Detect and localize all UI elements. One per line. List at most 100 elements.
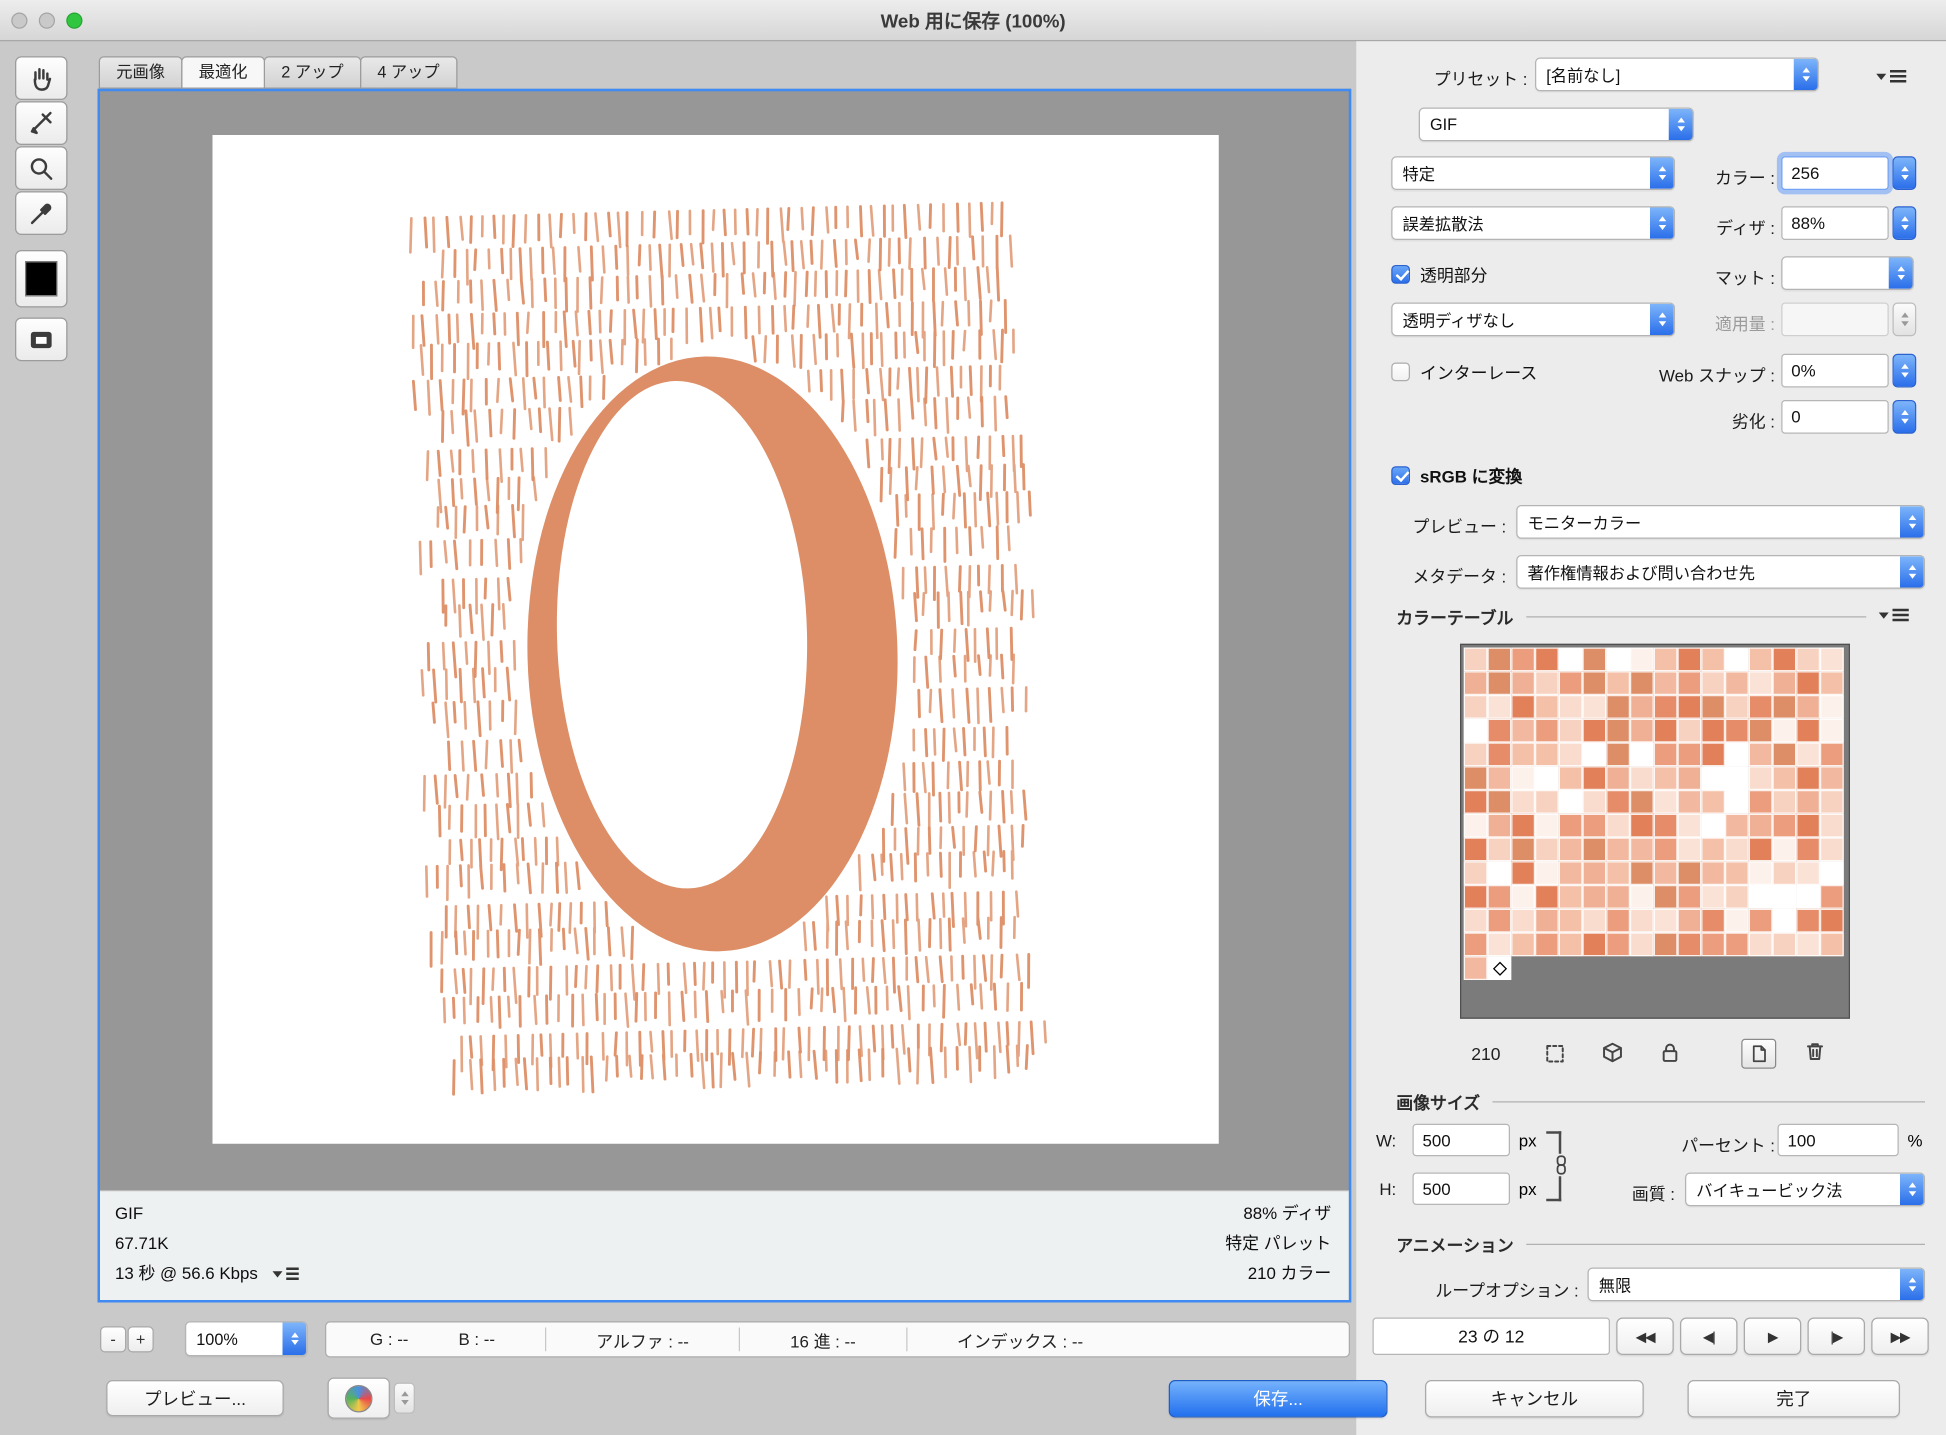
color-swatch[interactable] bbox=[1559, 861, 1583, 885]
color-swatch[interactable] bbox=[1583, 695, 1607, 719]
color-swatch[interactable] bbox=[1678, 861, 1702, 885]
color-swatch[interactable] bbox=[1464, 719, 1488, 743]
color-swatch[interactable] bbox=[1749, 885, 1773, 909]
first-frame-button[interactable]: ◀◀ bbox=[1616, 1318, 1674, 1356]
tab-2 アップ[interactable]: 2 アップ bbox=[264, 56, 361, 89]
color-swatch[interactable] bbox=[1701, 790, 1725, 814]
dither-method-select[interactable]: 誤差拡散法 bbox=[1391, 206, 1675, 240]
color-swatch[interactable] bbox=[1725, 695, 1749, 719]
color-swatch[interactable] bbox=[1488, 671, 1512, 695]
color-swatch[interactable] bbox=[1464, 909, 1488, 933]
color-swatch[interactable] bbox=[1820, 648, 1844, 672]
color-swatch[interactable] bbox=[1606, 885, 1630, 909]
color-swatch[interactable] bbox=[1606, 766, 1630, 790]
color-swatch[interactable] bbox=[1606, 719, 1630, 743]
color-swatch[interactable] bbox=[1749, 790, 1773, 814]
color-swatch[interactable] bbox=[1559, 909, 1583, 933]
color-swatch[interactable] bbox=[1796, 766, 1820, 790]
browser-list-stepper[interactable] bbox=[394, 1383, 415, 1414]
color-swatch[interactable] bbox=[1796, 861, 1820, 885]
width-input[interactable]: 500 bbox=[1413, 1124, 1511, 1157]
color-swatch[interactable] bbox=[1701, 814, 1725, 838]
transparency-checkbox-row[interactable]: 透明部分 bbox=[1391, 261, 1487, 286]
color-swatch[interactable] bbox=[1488, 695, 1512, 719]
color-swatch[interactable] bbox=[1488, 648, 1512, 672]
color-swatch[interactable] bbox=[1488, 885, 1512, 909]
color-swatch[interactable] bbox=[1606, 671, 1630, 695]
lossy-input[interactable]: 0 bbox=[1781, 400, 1889, 434]
color-swatch[interactable] bbox=[1535, 909, 1559, 933]
color-swatch[interactable] bbox=[1511, 671, 1535, 695]
color-swatch[interactable] bbox=[1773, 671, 1797, 695]
color-swatch[interactable] bbox=[1583, 861, 1607, 885]
color-swatch[interactable] bbox=[1796, 695, 1820, 719]
color-swatch[interactable] bbox=[1488, 790, 1512, 814]
color-swatch[interactable] bbox=[1701, 648, 1725, 672]
color-swatch[interactable] bbox=[1678, 838, 1702, 862]
color-swatch[interactable] bbox=[1488, 956, 1512, 980]
color-swatch[interactable] bbox=[1654, 648, 1678, 672]
color-swatch[interactable] bbox=[1654, 861, 1678, 885]
color-swatch[interactable] bbox=[1464, 766, 1488, 790]
color-swatch[interactable] bbox=[1654, 838, 1678, 862]
web-palette-cube-icon[interactable] bbox=[1601, 1041, 1624, 1064]
color-swatch[interactable] bbox=[1796, 671, 1820, 695]
color-swatch[interactable] bbox=[1654, 790, 1678, 814]
color-swatch[interactable] bbox=[1654, 933, 1678, 957]
color-swatch[interactable] bbox=[1749, 814, 1773, 838]
srgb-checkbox[interactable] bbox=[1391, 466, 1410, 485]
color-swatch[interactable] bbox=[1535, 766, 1559, 790]
color-swatch[interactable] bbox=[1535, 861, 1559, 885]
color-swatch[interactable] bbox=[1725, 648, 1749, 672]
color-swatch[interactable] bbox=[1773, 933, 1797, 957]
color-swatch[interactable] bbox=[1583, 743, 1607, 767]
percent-input[interactable]: 100 bbox=[1778, 1124, 1899, 1157]
color-swatch[interactable] bbox=[1630, 695, 1654, 719]
color-swatch[interactable] bbox=[1630, 671, 1654, 695]
color-swatch[interactable] bbox=[1535, 814, 1559, 838]
color-swatch[interactable] bbox=[1820, 838, 1844, 862]
transparency-checkbox[interactable] bbox=[1391, 264, 1410, 283]
color-swatch[interactable] bbox=[1583, 790, 1607, 814]
color-swatch[interactable] bbox=[1773, 790, 1797, 814]
color-swatch[interactable] bbox=[1749, 719, 1773, 743]
color-swatch[interactable] bbox=[1701, 671, 1725, 695]
slice-select-tool-button[interactable] bbox=[15, 101, 68, 145]
color-swatch[interactable] bbox=[1606, 933, 1630, 957]
color-swatch[interactable] bbox=[1773, 766, 1797, 790]
color-swatch[interactable] bbox=[1606, 814, 1630, 838]
preset-select[interactable]: [名前なし] bbox=[1535, 58, 1819, 92]
color-swatch[interactable] bbox=[1488, 766, 1512, 790]
color-swatch[interactable] bbox=[1678, 766, 1702, 790]
color-swatch[interactable] bbox=[1749, 766, 1773, 790]
color-swatch[interactable] bbox=[1630, 838, 1654, 862]
color-swatch[interactable] bbox=[1511, 838, 1535, 862]
color-swatch[interactable] bbox=[1654, 766, 1678, 790]
color-swatch[interactable] bbox=[1606, 909, 1630, 933]
color-swatch[interactable] bbox=[1535, 743, 1559, 767]
color-swatch[interactable] bbox=[1701, 933, 1725, 957]
zoom-in-button[interactable]: + bbox=[128, 1326, 154, 1352]
preview-select[interactable]: モニターカラー bbox=[1516, 505, 1925, 539]
hand-tool-button[interactable] bbox=[15, 56, 68, 100]
color-swatch[interactable] bbox=[1464, 790, 1488, 814]
color-swatch[interactable] bbox=[1725, 743, 1749, 767]
color-swatch[interactable] bbox=[1796, 648, 1820, 672]
color-swatch[interactable] bbox=[1678, 671, 1702, 695]
color-swatch[interactable] bbox=[1559, 885, 1583, 909]
color-swatch[interactable] bbox=[1749, 743, 1773, 767]
color-swatch[interactable] bbox=[1630, 766, 1654, 790]
color-swatch[interactable] bbox=[1678, 814, 1702, 838]
color-swatch[interactable] bbox=[1511, 814, 1535, 838]
color-table-menu-icon[interactable] bbox=[1879, 606, 1909, 624]
color-swatch[interactable] bbox=[1796, 814, 1820, 838]
color-swatch[interactable] bbox=[1820, 790, 1844, 814]
color-swatch[interactable] bbox=[1654, 885, 1678, 909]
palette-algorithm-select[interactable]: 特定 bbox=[1391, 156, 1675, 190]
color-swatch[interactable] bbox=[1583, 671, 1607, 695]
color-swatch[interactable] bbox=[1559, 671, 1583, 695]
color-swatch[interactable] bbox=[1725, 885, 1749, 909]
color-swatch[interactable] bbox=[1630, 648, 1654, 672]
color-swatch[interactable] bbox=[1464, 671, 1488, 695]
color-swatch[interactable] bbox=[1654, 671, 1678, 695]
